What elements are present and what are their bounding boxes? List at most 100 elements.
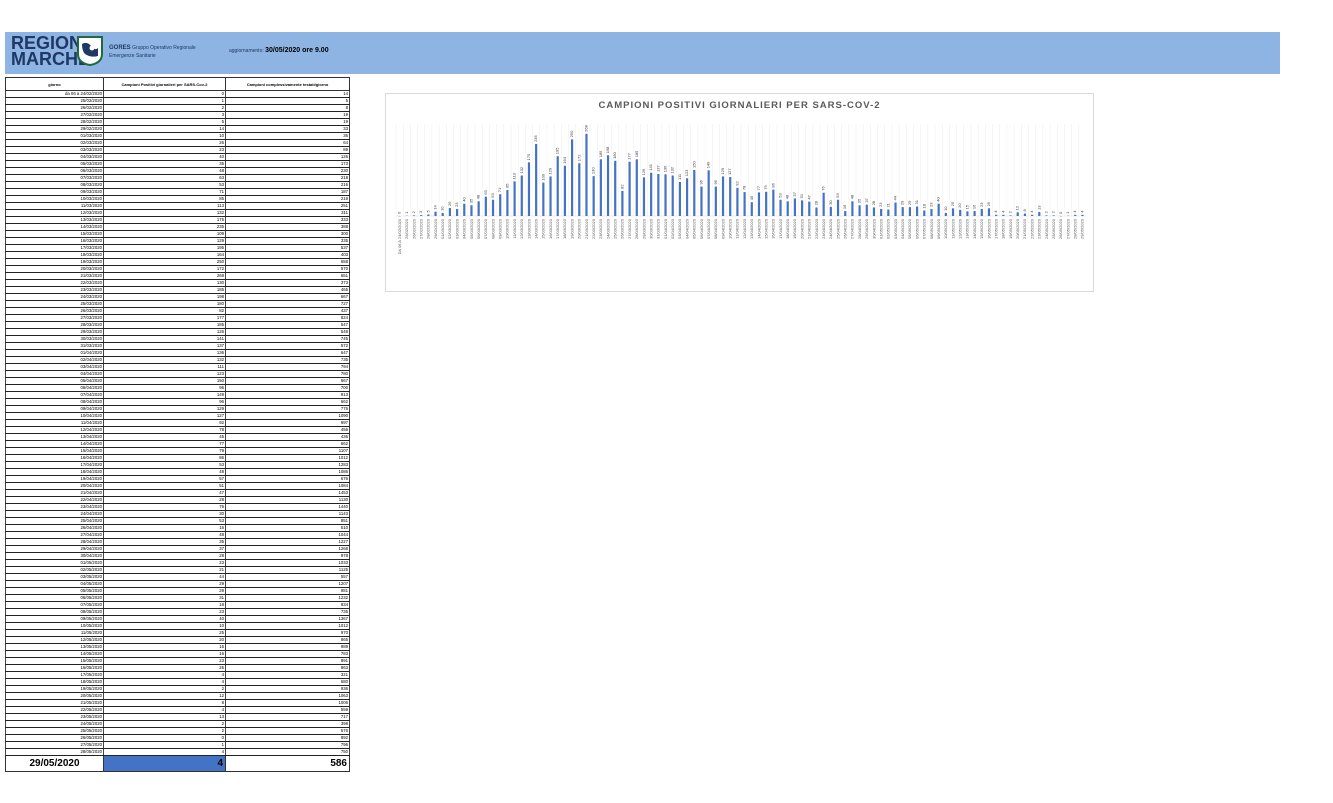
tick-label: 07/04/2020 <box>706 218 711 239</box>
data-label: 198 <box>605 146 610 153</box>
table-row: 26/04/2020 16 510 <box>5 524 350 532</box>
cell-positivi: 8 <box>103 699 226 707</box>
tick-label: 05/05/2020 <box>907 218 912 239</box>
cell-positivi: 132 <box>103 356 226 364</box>
table-row: 10/04/2020 127 1090 <box>5 412 350 420</box>
table-row: 26/03/2020 82 437 <box>5 307 350 315</box>
table-row: 01/03/2020 10 36 <box>5 132 350 140</box>
tick-label: DA 06 A 24/02/2020 <box>397 218 402 254</box>
tick-label: 02/04/2020 <box>670 218 675 239</box>
table-row: 23/05/2020 13 717 <box>5 713 350 721</box>
tick-label: 11/04/2020 <box>735 218 740 238</box>
table-row: 16/03/2020 129 335 <box>5 237 350 245</box>
cell-positivi: 79 <box>103 447 226 455</box>
cell-giorno: 10/05/2020 <box>5 622 104 630</box>
tick-label: 27/04/2020 <box>850 218 855 239</box>
data-label: 175 <box>526 153 531 160</box>
tick-label: 15/03/2020 <box>541 218 546 239</box>
cell-giorno: 04/04/2020 <box>5 370 104 378</box>
tick-label: 02/03/2020 <box>447 218 452 239</box>
cell-positivi: 21 <box>103 566 226 574</box>
cell-positivi: 164 <box>103 251 226 259</box>
cell-giorno: 04/05/2020 <box>5 580 104 588</box>
cell-testati: 548 <box>225 328 350 336</box>
chart-bar <box>815 207 818 216</box>
cell-positivi: 4 <box>103 748 226 756</box>
cell-positivi: 48 <box>103 531 226 539</box>
cell-testati: 388 <box>225 223 350 231</box>
data-label: 96 <box>698 179 703 184</box>
data-label: 30 <box>828 200 833 205</box>
chart-bar <box>463 203 466 216</box>
cell-testati: 936 <box>225 685 350 693</box>
cell-positivi: 18 <box>103 601 226 609</box>
cell-positivi: 1 <box>103 97 226 105</box>
cell-giorno: 24/04/2020 <box>5 510 104 518</box>
table-row: 13/05/2020 15 989 <box>5 643 350 651</box>
data-label: 12 <box>1015 205 1020 210</box>
data-label: 8 <box>1022 209 1027 212</box>
data-label: 86 <box>770 182 775 187</box>
chart-bar <box>786 201 789 216</box>
table-row: 12/03/2020 132 311 <box>5 209 350 217</box>
data-label: 53 <box>835 193 840 198</box>
chart-bar <box>1030 214 1034 216</box>
data-label: 79 <box>763 185 768 190</box>
data-label: 25 <box>950 201 955 206</box>
cell-giorno: 02/04/2020 <box>5 356 104 364</box>
chart-bar <box>1052 215 1055 216</box>
data-label: 76 <box>821 185 826 190</box>
chart-bar <box>441 212 444 216</box>
cell-testati: 667 <box>225 377 350 385</box>
chart-bar <box>851 201 854 216</box>
data-label: 111 <box>677 173 682 180</box>
table-row: 28/03/2020 185 547 <box>5 321 350 329</box>
cell-giorno: 28/02/2020 <box>5 118 104 126</box>
table-row: 18/04/2020 48 1086 <box>5 468 350 476</box>
total-row: 29/05/2020 4 586 <box>5 755 350 772</box>
table-row: 24/03/2020 198 667 <box>5 293 350 301</box>
table-row: 28/04/2020 35 1227 <box>5 538 350 546</box>
chart-bar <box>542 182 545 216</box>
data-label: 177 <box>627 152 632 159</box>
tick-label: 08/03/2020 <box>490 218 495 239</box>
tick-label: 29/05/2020 <box>1080 218 1085 239</box>
data-label: 35 <box>468 198 473 203</box>
tick-label: 30/03/2020 <box>648 218 653 239</box>
cell-giorno: 29/02/2020 <box>5 125 104 133</box>
cell-positivi: 71 <box>103 188 226 196</box>
cell-testati: 311 <box>225 209 350 217</box>
cell-positivi: 16 <box>103 524 226 532</box>
data-label: 132 <box>519 166 524 173</box>
cell-giorno: 27/02/2020 <box>5 111 104 119</box>
cell-testati: 981 <box>225 587 350 595</box>
chart-bar <box>614 160 617 216</box>
data-label: 40 <box>461 197 466 202</box>
data-label: 20 <box>957 203 962 208</box>
data-label: 4 <box>993 210 998 213</box>
tick-label: 17/03/2020 <box>555 218 560 239</box>
tick-label: 01/05/2020 <box>878 218 883 239</box>
cell-giorno: 11/03/2020 <box>5 202 104 210</box>
cell-giorno: 25/04/2020 <box>5 517 104 525</box>
chart-bar <box>743 192 746 216</box>
cell-giorno: 02/05/2020 <box>5 566 104 574</box>
cell-giorno: 24/05/2020 <box>5 720 104 728</box>
cell-giorno: 27/05/2020 <box>5 741 104 749</box>
cell-testati: 456 <box>225 426 350 434</box>
chart-bar <box>470 205 473 216</box>
table-row: 02/03/2020 26 64 <box>5 139 350 147</box>
cell-testati: 219 <box>225 195 350 203</box>
cell-testati: 658 <box>225 258 350 266</box>
table-row: 09/03/2020 71 187 <box>5 188 350 196</box>
cell-giorno: 27/03/2020 <box>5 314 104 322</box>
cell-testati: 8 <box>225 104 350 112</box>
data-label: 40 <box>936 197 941 202</box>
data-label: 28 <box>813 200 818 205</box>
data-label: 195 <box>555 147 560 154</box>
cell-positivi: 92 <box>103 419 226 427</box>
cell-testati: 33 <box>225 125 350 133</box>
cell-giorno: 23/04/2020 <box>5 503 104 511</box>
data-label: 126 <box>641 168 646 175</box>
tick-label: 28/02/2020 <box>426 218 431 239</box>
